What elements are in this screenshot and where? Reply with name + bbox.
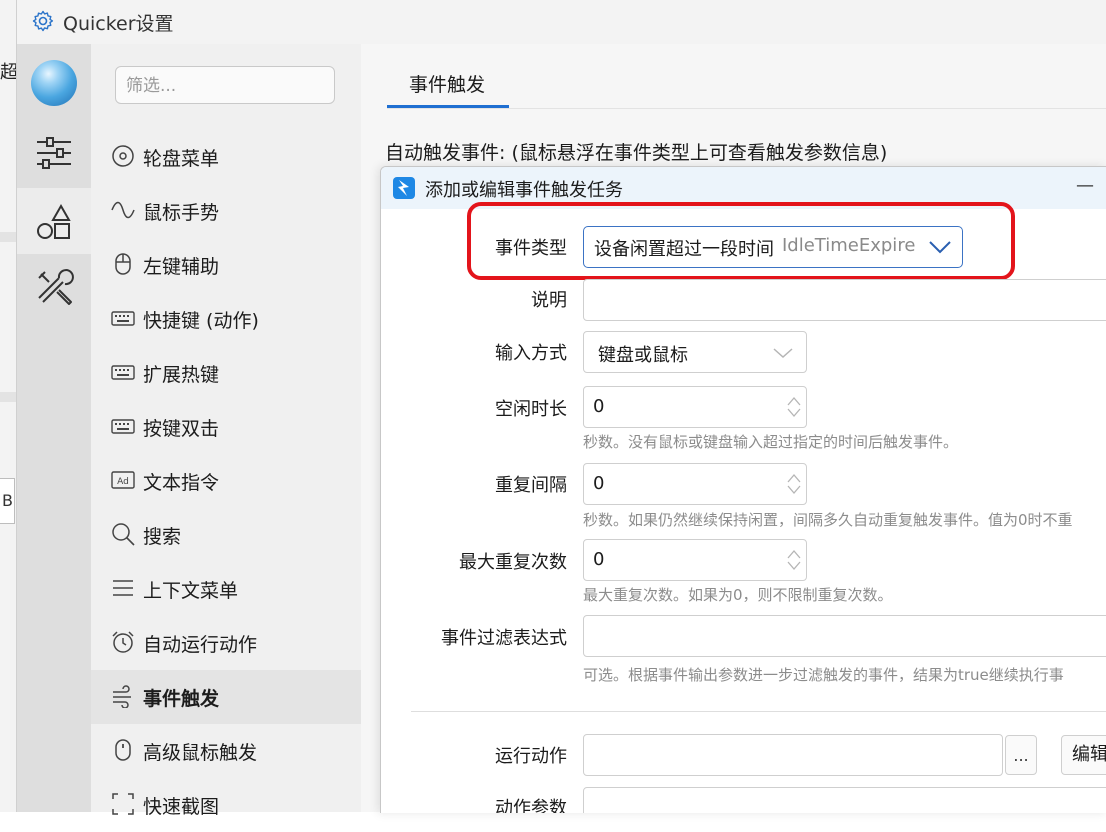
run-action-label: 运行动作 <box>495 746 567 767</box>
nav-item-label: 搜索 <box>143 526 182 548</box>
input-method-select[interactable]: 键盘或鼠标 <box>583 331 807 373</box>
filter-expression-label: 事件过滤表达式 <box>441 628 567 649</box>
nav-panel: 筛选... 轮盘菜单 鼠标手势 左键辅助 快捷键 (动作) 扩展热键 按键双击 … <box>91 44 361 818</box>
wheel-icon <box>112 145 134 167</box>
idle-duration-hint: 秒数。没有鼠标或键盘输入超过指定的时间后触发事件。 <box>583 433 959 451</box>
nav-item-context-menu[interactable]: 上下文菜单 <box>91 562 361 616</box>
nav-item-mouse-gesture[interactable]: 鼠标手势 <box>91 184 361 238</box>
dialog-divider <box>411 711 1106 712</box>
keyboard-icon <box>111 419 135 434</box>
menu-icon <box>113 580 133 596</box>
mouse-icon <box>115 739 131 761</box>
nav-item-label: 快捷键 (动作) <box>143 310 259 332</box>
action-params-input[interactable] <box>583 787 1106 813</box>
browse-action-button[interactable]: ... <box>1005 735 1037 775</box>
chevron-down-icon <box>773 348 793 359</box>
nav-item-hotkey-action[interactable]: 快捷键 (动作) <box>91 292 361 346</box>
max-repeat-value: 0 <box>593 549 605 570</box>
description-input[interactable] <box>583 279 1106 321</box>
icon-rail <box>17 44 91 812</box>
stepper-arrows-icon <box>787 397 801 417</box>
nav-item-key-double-click[interactable]: 按键双击 <box>91 400 361 454</box>
idle-duration-value: 0 <box>593 396 605 417</box>
background-window: 超 B <box>0 0 18 812</box>
filter-expression-hint: 可选。根据事件输出参数进一步过滤触发的事件，结果为true继续执行事 <box>583 666 1064 684</box>
window-title: Quicker设置 <box>63 13 174 35</box>
max-repeat-stepper[interactable]: 0 <box>583 539 807 581</box>
mouse-icon <box>115 253 131 275</box>
nav-item-search[interactable]: 搜索 <box>91 508 361 562</box>
svg-text:Ad: Ad <box>117 477 129 487</box>
title-bar: Quicker设置 <box>17 0 1106 45</box>
nav-item-label: 扩展热键 <box>143 364 220 386</box>
repeat-interval-label: 重复间隔 <box>495 475 567 496</box>
keyboard-icon <box>111 365 135 380</box>
nav-item-label: 自动运行动作 <box>143 634 258 656</box>
max-repeat-hint: 最大重复次数。如果为0，则不限制重复次数。 <box>583 586 893 604</box>
filter-expression-input[interactable] <box>583 615 1106 657</box>
rail-shapes-button[interactable] <box>17 188 91 254</box>
max-repeat-label: 最大重复次数 <box>459 552 567 573</box>
nav-item-advanced-mouse[interactable]: 高级鼠标触发 <box>91 724 361 778</box>
edit-action-button[interactable]: 编辑 <box>1061 735 1106 775</box>
background-field-text: B <box>2 491 13 510</box>
repeat-interval-value: 0 <box>593 473 605 494</box>
input-method-value: 键盘或鼠标 <box>598 345 688 366</box>
shapes-icon <box>37 203 71 239</box>
action-params-label: 动作参数 <box>495 798 567 813</box>
nav-item-wheel-menu[interactable]: 轮盘菜单 <box>91 130 361 184</box>
nav-item-left-click-assist[interactable]: 左键辅助 <box>91 238 361 292</box>
run-action-input[interactable] <box>583 734 1003 776</box>
repeat-interval-stepper[interactable]: 0 <box>583 463 807 505</box>
ad-icon: Ad <box>111 471 135 489</box>
nav-item-label: 快速截图 <box>143 796 220 818</box>
nav-item-label: 轮盘菜单 <box>143 148 220 170</box>
nav-item-label: 文本指令 <box>143 472 220 494</box>
input-method-label: 输入方式 <box>495 343 567 364</box>
nav-item-quick-screenshot[interactable]: 快速截图 <box>91 778 361 832</box>
nav-item-text-command[interactable]: Ad 文本指令 <box>91 454 361 508</box>
rail-tools-button[interactable] <box>17 254 91 320</box>
app-icon <box>393 177 415 199</box>
tab-label: 事件触发 <box>409 74 486 96</box>
event-trigger-dialog: 添加或编辑事件触发任务 — 事件类型 设备闲置超过一段时间 IdleTimeEx… <box>380 166 1106 813</box>
search-icon <box>112 523 135 546</box>
gesture-icon <box>111 201 135 219</box>
background-bar <box>0 232 16 242</box>
repeat-interval-hint: 秒数。如果仍然继续保持闲置，间隔多久自动重复触发事件。值为0时不重 <box>583 511 1073 529</box>
idle-duration-stepper[interactable]: 0 <box>583 386 807 428</box>
stepper-arrows-icon <box>787 550 801 570</box>
gear-icon <box>32 10 54 32</box>
nav-item-label: 按键双击 <box>143 418 220 440</box>
dialog-title: 添加或编辑事件触发任务 <box>425 180 623 201</box>
description-label: 说明 <box>531 290 567 311</box>
avatar[interactable] <box>31 60 77 106</box>
background-field: B <box>0 478 15 524</box>
sliders-icon <box>37 137 71 169</box>
idle-duration-label: 空闲时长 <box>495 399 567 420</box>
rail-settings-button[interactable] <box>17 122 91 188</box>
nav-item-auto-run[interactable]: 自动运行动作 <box>91 616 361 670</box>
alarm-icon <box>112 631 134 653</box>
tab-divider <box>387 108 1106 109</box>
filter-input[interactable]: 筛选... <box>115 66 335 104</box>
minimize-button[interactable]: — <box>1073 175 1097 199</box>
nav-item-event-trigger[interactable]: 事件触发 <box>91 670 361 724</box>
tools-icon <box>38 269 74 305</box>
wind-icon <box>113 685 131 708</box>
nav-item-label: 高级鼠标触发 <box>143 742 258 764</box>
nav-item-label: 鼠标手势 <box>143 202 220 224</box>
screenshot-icon <box>112 793 134 815</box>
background-bar <box>0 392 16 402</box>
nav-item-label: 左键辅助 <box>143 256 220 278</box>
keyboard-icon <box>111 311 135 326</box>
tab-event-trigger[interactable]: 事件触发 <box>387 68 509 108</box>
nav-item-extended-hotkey[interactable]: 扩展热键 <box>91 346 361 400</box>
auto-trigger-label: 自动触发事件: (鼠标悬浮在事件类型上可查看触发参数信息) <box>385 142 888 164</box>
nav-item-label: 事件触发 <box>143 688 220 710</box>
nav-item-label: 上下文菜单 <box>143 580 239 602</box>
stepper-arrows-icon <box>787 474 801 494</box>
highlight-box <box>467 202 1015 280</box>
